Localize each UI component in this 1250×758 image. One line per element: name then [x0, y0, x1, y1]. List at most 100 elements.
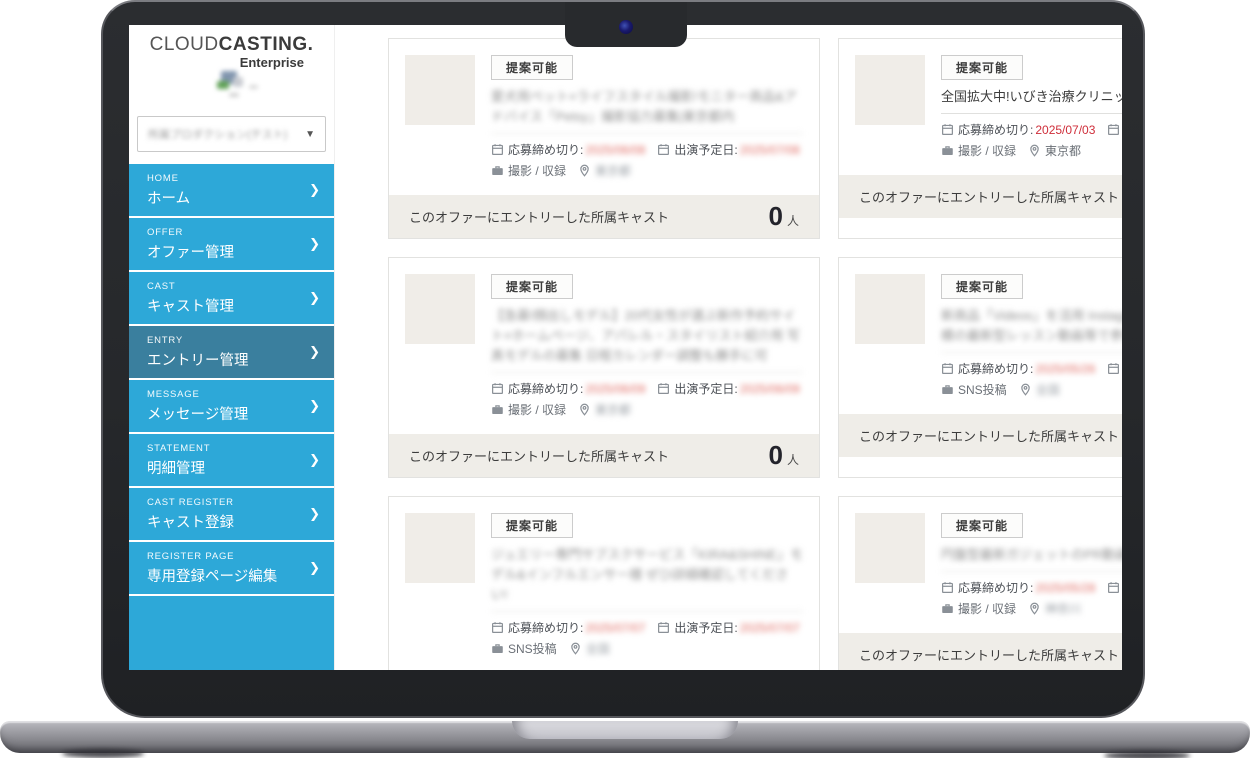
- chevron-right-icon: ❯: [309, 236, 320, 251]
- status-badge: 提案可能: [941, 55, 1024, 80]
- sidebar-item-home[interactable]: HOME ホーム ❯: [129, 164, 334, 216]
- entry-count-label: このオファーにエントリーした所属キャスト: [409, 449, 670, 464]
- sidebar-item-message[interactable]: MESSAGE メッセージ管理 ❯: [129, 380, 334, 432]
- calendar-icon: [492, 383, 503, 394]
- entry-count-footer: このオファーにエントリーした所属キャスト 0人: [839, 175, 1122, 218]
- map-pin-icon: [580, 164, 589, 177]
- calendar-icon: [492, 622, 503, 633]
- offer-dates: 応募締め切り: 2025/05/26 出演予定日:: [941, 360, 1122, 377]
- offer-card[interactable]: 提案可能 ジュエリー専門サブスクサービス「KIRA&SHINE」モデル&インフル…: [388, 496, 820, 670]
- offer-title: 円盤型最新ガジェットのPR動画撮影: [941, 545, 1122, 572]
- sidebar-item-ja-label: メッセージ管理: [147, 407, 249, 423]
- laptop-foot-shadow: [62, 749, 144, 758]
- status-badge: 提案可能: [941, 513, 1024, 538]
- sidebar-menu: HOME ホーム ❯ OFFER オファー管理 ❯ CAST キャスト管理 ❯: [129, 164, 334, 670]
- chevron-right-icon: ❯: [309, 182, 320, 197]
- calendar-icon: [658, 144, 670, 155]
- schedule-label: 出演予定日:: [674, 382, 738, 396]
- map-pin-icon: [1030, 602, 1039, 615]
- work-type: 撮影 / 収録: [508, 164, 567, 178]
- sidebar: CLOUDCASTING. Enterprise 所属プロダクション(テスト) …: [129, 25, 335, 670]
- sidebar-item-cast[interactable]: CAST キャスト管理 ❯: [129, 272, 334, 324]
- chevron-right-icon: ❯: [309, 398, 320, 413]
- chevron-right-icon: ❯: [309, 452, 320, 467]
- calendar-icon: [1108, 124, 1120, 135]
- sidebar-item-offer[interactable]: OFFER オファー管理 ❯: [129, 218, 334, 270]
- deadline-label: 応募締め切り:: [958, 581, 1034, 595]
- offer-card[interactable]: 提案可能 新商品「Videos」を活用 Instagram & LINE 20万…: [838, 257, 1122, 478]
- offer-dates: 応募締め切り: 2025/07/07 出演予定日: 2025/07/07: [491, 619, 803, 636]
- sidebar-item-en-label: STATEMENT: [147, 443, 211, 454]
- offer-title: 全国拡大中!いびき治療クリニックのインフルエンサー募集: [941, 87, 1122, 114]
- organization-select[interactable]: 所属プロダクション(テスト) ▼: [137, 116, 326, 152]
- briefcase-icon: [492, 405, 503, 414]
- location: 東京都: [595, 164, 632, 178]
- offer-type-location: SNS投稿 全国: [941, 381, 1122, 398]
- laptop-thumb-groove: [512, 721, 738, 739]
- card-row: 提案可能 愛犬用ペット×ライフスタイル撮影!モニター商品&アドバイス「Petsy…: [388, 38, 1122, 239]
- sidebar-item-en-label: CAST: [147, 281, 176, 292]
- offer-card[interactable]: 提案可能 【急募!顔出しモデル】20代女性が選ぶ新作予約サイト×ホームページ、ア…: [388, 257, 820, 478]
- sidebar-item-ja-label: 明細管理: [147, 461, 205, 477]
- sidebar-item-ja-label: キャスト登録: [147, 515, 234, 531]
- entry-count-footer: このオファーにエントリーした所属キャスト 0人: [389, 195, 819, 238]
- webcam-notch: [565, 2, 687, 47]
- entry-list: 提案可能 愛犬用ペット×ライフスタイル撮影!モニター商品&アドバイス「Petsy…: [335, 25, 1122, 670]
- work-type: 撮影 / 収録: [958, 602, 1017, 616]
- sidebar-item-statement[interactable]: STATEMENT 明細管理 ❯: [129, 434, 334, 486]
- laptop-foot-shadow: [1104, 751, 1190, 758]
- sidebar-item-cast-register[interactable]: CAST REGISTER キャスト登録 ❯: [129, 488, 334, 540]
- deadline-value: 2025/06/09: [585, 381, 646, 396]
- offer-dates: 応募締め切り: 2025/06/09 出演予定日: 2025/06/09: [491, 380, 803, 397]
- location: 東京都: [1045, 144, 1082, 158]
- deadline-label: 応募締め切り:: [958, 123, 1034, 137]
- offer-title: ジュエリー専門サブスクサービス「KIRA&SHINE」モデル&インフルエンサー様…: [491, 545, 803, 612]
- deadline-label: 応募締め切り:: [508, 382, 584, 396]
- offer-type-location: 撮影 / 収録 神奈川: [941, 600, 1122, 617]
- laptop-mockup: CLOUDCASTING. Enterprise 所属プロダクション(テスト) …: [0, 0, 1250, 758]
- entry-count-unit: 人: [786, 453, 799, 467]
- sidebar-item-register-page[interactable]: REGISTER PAGE 専用登録ページ編集 ❯: [129, 542, 334, 594]
- sidebar-item-ja-label: エントリー管理: [147, 353, 249, 369]
- offer-thumbnail: [405, 513, 475, 583]
- calendar-icon: [942, 363, 953, 374]
- offer-type-location: 撮影 / 収録 東京都: [941, 142, 1122, 159]
- offer-type-location: SNS投稿 全国: [491, 640, 803, 657]
- calendar-icon: [658, 622, 670, 633]
- app-screen: CLOUDCASTING. Enterprise 所属プロダクション(テスト) …: [129, 25, 1122, 670]
- offer-type-location: 撮影 / 収録 東京都: [491, 162, 803, 179]
- deadline-value: 2025/05/26: [1035, 361, 1096, 376]
- chevron-right-icon: ❯: [309, 506, 320, 521]
- logo-block: CLOUDCASTING. Enterprise 所属プロダクション(テスト) …: [129, 25, 334, 164]
- laptop-lid: CLOUDCASTING. Enterprise 所属プロダクション(テスト) …: [101, 0, 1145, 718]
- organization-logo-image: [213, 67, 269, 101]
- briefcase-icon: [942, 604, 953, 613]
- status-badge: 提案可能: [491, 274, 574, 299]
- map-pin-icon: [1020, 383, 1030, 396]
- calendar-icon: [942, 582, 953, 593]
- deadline-value: 2025/07/07: [585, 620, 646, 635]
- schedule-value: 2025/07/08: [739, 142, 800, 157]
- briefcase-icon: [942, 385, 953, 394]
- status-badge: 提案可能: [491, 55, 574, 80]
- offer-card[interactable]: 提案可能 全国拡大中!いびき治療クリニックのインフルエンサー募集 応募締め切り:…: [838, 38, 1122, 239]
- map-pin-icon: [1030, 144, 1039, 157]
- sidebar-item-ja-label: ホーム: [147, 191, 191, 207]
- offer-card[interactable]: 提案可能 円盤型最新ガジェットのPR動画撮影 応募締め切り: 2025/05/2…: [838, 496, 1122, 670]
- entry-count-value: 0: [768, 440, 783, 470]
- offer-title: 新商品「Videos」を活用 Instagram & LINE 20万円規模の最…: [941, 306, 1122, 353]
- sidebar-item-en-label: REGISTER PAGE: [147, 551, 235, 562]
- entry-count-value: 0: [768, 201, 783, 231]
- briefcase-icon: [942, 146, 953, 155]
- location: 東京都: [595, 403, 632, 417]
- calendar-icon: [658, 383, 670, 394]
- sidebar-item-en-label: ENTRY: [147, 335, 184, 346]
- sidebar-item-en-label: OFFER: [147, 227, 184, 238]
- offer-card[interactable]: 提案可能 愛犬用ペット×ライフスタイル撮影!モニター商品&アドバイス「Petsy…: [388, 38, 820, 239]
- offer-dates: 応募締め切り: 2025/06/08 出演予定日: 2025/07/08: [491, 141, 803, 158]
- sidebar-filler: [129, 596, 334, 670]
- sidebar-item-entry[interactable]: ENTRY エントリー管理 ❯: [129, 326, 334, 378]
- schedule-label: 出演予定日:: [674, 621, 738, 635]
- sidebar-item-en-label: HOME: [147, 173, 179, 184]
- chevron-down-icon: ▼: [305, 128, 315, 140]
